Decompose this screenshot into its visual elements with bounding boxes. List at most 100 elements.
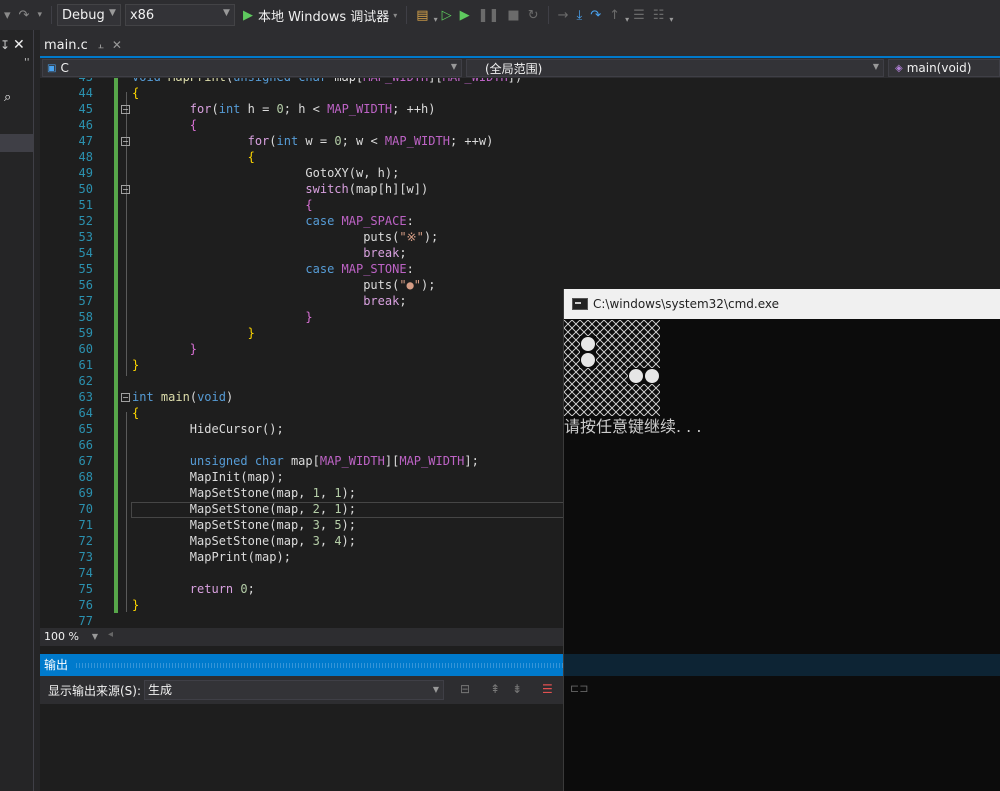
line-number: 44 (78, 86, 93, 100)
code-line: 49 GotoXY(w, h); (40, 165, 1000, 181)
comment-icon[interactable]: ☰ (633, 8, 645, 23)
solution-config-select[interactable]: Debug ▼ (56, 4, 121, 26)
step-out-icon[interactable]: ↑ (609, 8, 620, 23)
code-text: MapSetStone(map, 2, 1); (132, 502, 356, 516)
undo-icon[interactable]: ▾ (4, 8, 11, 23)
space-cell (612, 384, 628, 400)
console-title-bar[interactable]: C:\windows\system32\cmd.exe (564, 289, 1000, 319)
scope-select[interactable]: (全局范围) ▼ (466, 59, 884, 77)
code-line: 54 break; (40, 245, 1000, 261)
clear-all-icon[interactable]: ☰ (542, 682, 553, 696)
start-without-debugging-icon[interactable]: ▶ (460, 8, 470, 23)
search-icon[interactable]: ⌕ (4, 90, 11, 105)
start-debugging-button[interactable]: 本地 Windows 调试器 (258, 6, 389, 25)
space-cell (596, 384, 612, 400)
pause-icon[interactable]: ❚❚ (478, 8, 500, 23)
solution-platform-select[interactable]: x86 ▼ (124, 4, 235, 26)
project-icon: ▣ (47, 62, 57, 74)
console-window[interactable]: C:\windows\system32\cmd.exe 请按任意键继续. . .… (563, 289, 1000, 791)
zoom-value: 100 % (44, 630, 79, 643)
close-icon[interactable]: ✕ (112, 38, 122, 52)
line-number: 47 (78, 134, 93, 148)
space-cell (596, 320, 612, 336)
space-cell (580, 384, 596, 400)
space-cell (564, 352, 580, 368)
collapse-icon[interactable]: − (121, 105, 130, 114)
code-line: 45 − for(int h = 0; h < MAP_WIDTH; ++h) (40, 101, 1000, 117)
line-number: 54 (78, 246, 93, 260)
code-text: switch(map[h][w]) (305, 182, 429, 196)
chevron-down-icon: ▼ (91, 632, 98, 641)
play-icon[interactable]: ▶ (243, 8, 253, 23)
code-text: } (132, 358, 140, 372)
line-number: 60 (78, 342, 93, 356)
pin-icon[interactable]: ⫠ (98, 40, 104, 51)
code-text: MapSetStone(map, 1, 1); (132, 486, 356, 500)
line-number: 67 (78, 454, 93, 468)
console-prompt: 请按任意键继续. . . (564, 417, 702, 436)
space-cell (612, 320, 628, 336)
line-number: 57 (78, 294, 93, 308)
space-cell (564, 336, 580, 352)
code-text: MapInit(map); (132, 470, 284, 484)
output-source-value: 生成 (148, 683, 173, 697)
pin-icon[interactable]: ↧ (0, 38, 10, 52)
chevron-down-icon[interactable]: ▾ (669, 15, 673, 24)
code-text: unsigned char map[MAP_WIDTH][MAP_WIDTH]; (189, 454, 479, 468)
redo-dropdown-icon[interactable]: ▾ (37, 10, 42, 20)
tab-main-c[interactable]: main.c ⫠ ✕ (40, 34, 130, 56)
code-text: for(int w = 0; w < MAP_WIDTH; ++w) (247, 134, 494, 148)
space-cell (644, 336, 660, 352)
step-into-icon[interactable]: ⤓ (577, 8, 583, 23)
more-icon[interactable]: '' (24, 57, 30, 68)
space-cell (596, 368, 612, 384)
chevron-down-icon[interactable]: ▾ (625, 15, 629, 24)
run-dropdown-icon[interactable]: ▾ (393, 11, 397, 20)
find-message-icon[interactable]: ⊟ (460, 682, 470, 696)
code-text: } (247, 326, 255, 340)
collapse-icon[interactable]: − (121, 393, 130, 402)
line-number: 70 (78, 502, 93, 516)
line-number: 72 (78, 534, 93, 548)
close-icon[interactable]: ✕ (13, 37, 25, 53)
project-select[interactable]: ▣ C ▼ (42, 59, 462, 77)
scroll-left-icon[interactable]: ◂ (108, 629, 113, 640)
line-number: 62 (78, 374, 93, 388)
selected-tree-item[interactable] (0, 134, 33, 152)
previous-message-icon[interactable]: ⇞ (490, 682, 500, 696)
line-number: 69 (78, 486, 93, 500)
chevron-down-icon: ▼ (223, 8, 230, 18)
console-app-icon (572, 298, 588, 310)
code-line: 50 − switch(map[h][w]) (40, 181, 1000, 197)
output-title-label: 输出 (44, 658, 69, 672)
space-cell (628, 336, 644, 352)
code-line: 52 case MAP_SPACE: (40, 213, 1000, 229)
line-number: 48 (78, 150, 93, 164)
next-message-icon[interactable]: ⇟ (512, 682, 522, 696)
space-cell (644, 320, 660, 336)
output-source-select[interactable]: 生成 ▼ (144, 680, 444, 700)
code-text: HideCursor(); (132, 422, 284, 436)
collapse-icon[interactable]: − (121, 185, 130, 194)
dock-icon[interactable]: ⊏⊐ (570, 682, 588, 695)
line-number: 56 (78, 278, 93, 292)
continue-icon[interactable]: ▷ (442, 8, 452, 23)
redo-icon[interactable]: ↷ (19, 8, 30, 23)
member-select[interactable]: ◈ main(void) (888, 59, 1000, 77)
code-line: 44 { (40, 85, 1000, 101)
restart-icon[interactable]: ↻ (528, 8, 539, 23)
stop-icon[interactable]: ■ (507, 8, 519, 23)
output-source-label: 显示输出来源(S): (48, 684, 142, 698)
space-cell (612, 352, 628, 368)
collapse-icon[interactable]: − (121, 137, 130, 146)
chevron-down-icon: ▼ (432, 685, 439, 694)
find-icon[interactable]: ▤ (416, 8, 428, 23)
chevron-down-icon: ▼ (872, 62, 879, 71)
uncomment-icon[interactable]: ☷ (653, 8, 665, 23)
show-next-statement-icon[interactable]: → (558, 8, 569, 23)
zoom-select[interactable]: 100 % ▼ (42, 629, 100, 645)
line-number: 75 (78, 582, 93, 596)
chevron-down-icon[interactable]: ▾ (434, 15, 438, 24)
step-over-icon[interactable]: ↷ (590, 8, 601, 23)
solution-explorer-strip: ↧ ✕ '' ⌕ (0, 30, 40, 791)
